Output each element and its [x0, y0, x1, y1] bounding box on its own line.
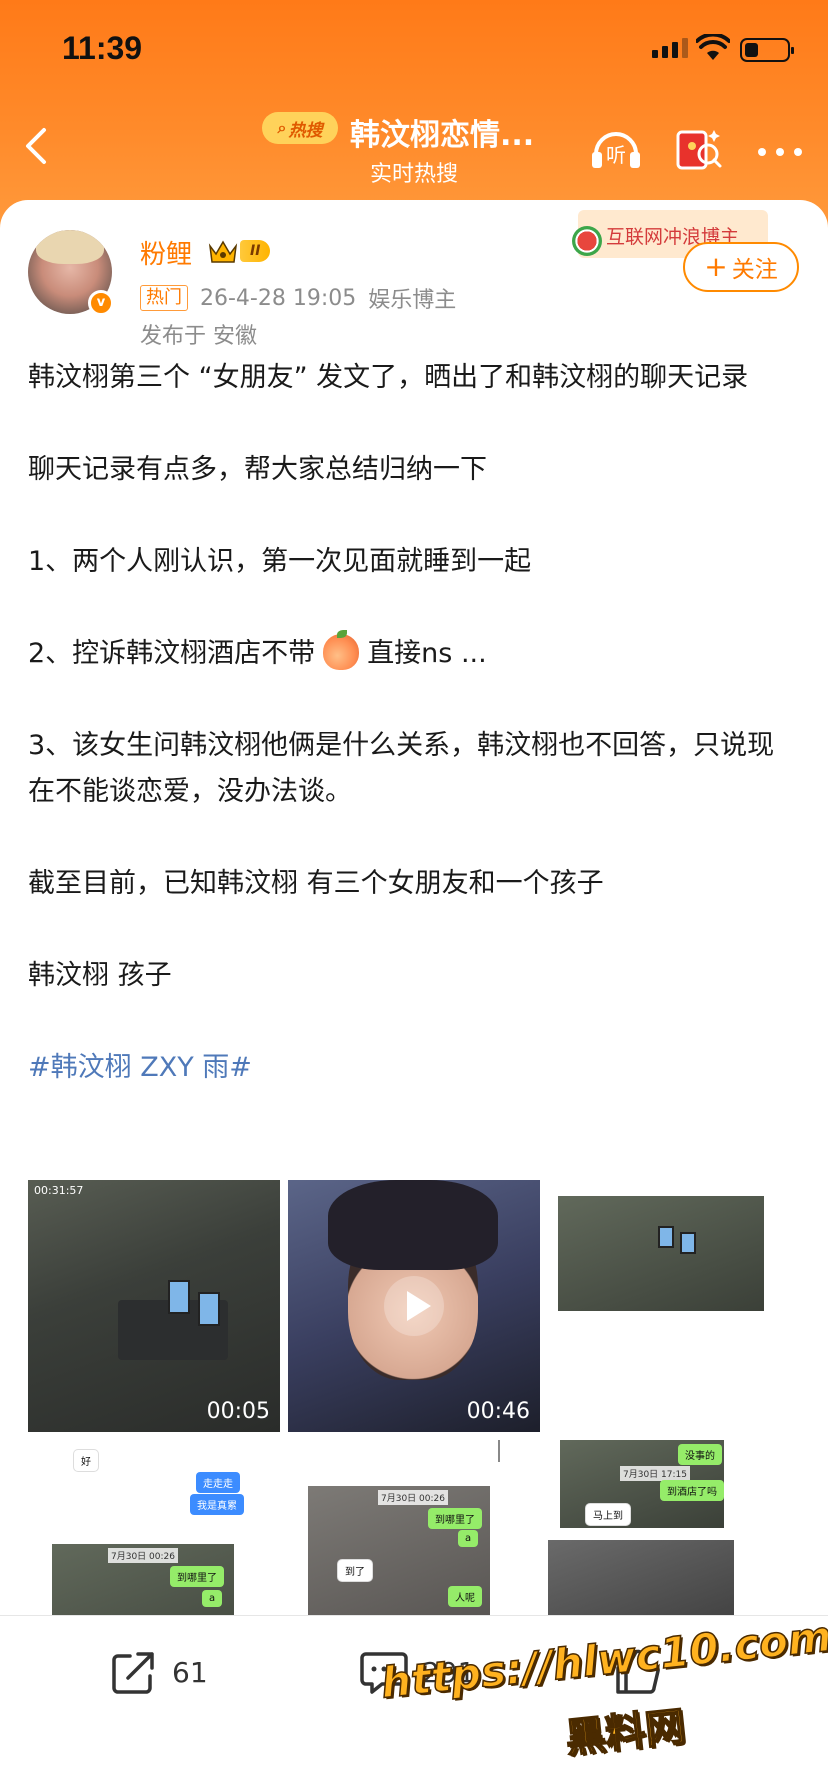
post-paragraph: 韩汶栩 孩子: [28, 960, 172, 991]
peach-emoji-icon: [323, 630, 360, 670]
divider-line: [498, 1440, 500, 1462]
post-paragraph: 1、两个人刚认识，第一次见面就睡到一起: [28, 546, 532, 577]
nav-bar: ⌕ 热搜 韩汶栩恋情... 实时热搜 听: [0, 96, 828, 196]
video-thumbnail[interactable]: 00:31:57 00:05: [28, 1180, 280, 1432]
post-paragraph: 2、控诉韩汶栩酒店不带 直接ns ...: [28, 630, 800, 677]
follow-label: 关注: [731, 257, 778, 283]
video-duration: 00:46: [466, 1399, 530, 1424]
hashtag-link[interactable]: #韩汶栩 ZXY 雨#: [28, 1045, 800, 1091]
chat-bubble: 到哪里了: [170, 1566, 224, 1587]
image-thumbnail[interactable]: [548, 1180, 800, 1432]
plus-icon: +: [704, 250, 728, 283]
post-card: v 粉鲤 II 热门 26-4-28 19:05 娱乐博主 发布于 安徽 互联网…: [0, 200, 828, 1692]
chat-bubble: 人呢: [448, 1586, 482, 1607]
chat-bubble: 我是真累: [190, 1494, 244, 1515]
weibo-post-page: 11:39 ⌕ 热搜 韩汶栩恋情... 实时热搜 听 v 粉鲤 II 热门 26…: [0, 0, 828, 1792]
cctv-image: 没事的 7月30日 17:15 到酒店了吗 马上到: [560, 1440, 724, 1528]
author-role: 娱乐博主: [368, 288, 457, 313]
hot-search-badge: ⌕ 热搜: [262, 112, 338, 144]
hot-search-badge-label: 热搜: [288, 120, 323, 141]
more-icon[interactable]: [752, 120, 808, 176]
post-paragraph: 3、该女生问韩汶栩他俩是什么关系，韩汶栩也不回答，只说现在不能谈恋爱，没办法谈。: [28, 730, 775, 807]
monitor-shape: [658, 1226, 674, 1248]
date-stamp: 7月30日 00:26: [108, 1548, 178, 1563]
level-badge: II: [208, 238, 271, 264]
search-icon: ⌕: [277, 118, 287, 137]
post-time: 26-4-28 19:05: [200, 285, 357, 311]
listen-label: 听: [606, 143, 626, 167]
monitor-shape: [168, 1280, 190, 1314]
status-bar: 11:39: [0, 0, 828, 96]
status-time: 11:39: [62, 30, 143, 66]
chat-bubble: 好: [74, 1450, 98, 1471]
post-paragraph: 截至目前，已知韩汶栩 有三个女朋友和一个孩子: [28, 868, 604, 899]
play-icon[interactable]: [384, 1276, 444, 1336]
chat-bubble: 马上到: [586, 1504, 630, 1525]
level-label: II: [240, 240, 271, 262]
post-location: 发布于 安徽: [140, 324, 257, 349]
cctv-image: [558, 1196, 764, 1311]
chat-bubble: 到酒店了吗: [660, 1480, 724, 1501]
date-stamp: 7月30日 17:15: [620, 1466, 690, 1481]
post-paragraph: 韩汶栩第三个 “女朋友” 发文了，晒出了和韩汶栩的聊天记录: [28, 362, 749, 393]
post-meta: 热门 26-4-28 19:05 娱乐博主: [140, 282, 456, 314]
follow-button[interactable]: + 关注: [683, 242, 799, 292]
chat-bubble: 到了: [338, 1560, 372, 1581]
chat-bubble: 没事的: [678, 1444, 722, 1465]
chat-bubble: a: [458, 1530, 479, 1547]
repost-icon: [112, 1652, 154, 1694]
video-thumbnail[interactable]: 00:46: [288, 1180, 540, 1432]
monitor-shape: [680, 1232, 696, 1254]
listen-icon[interactable]: 听: [588, 120, 644, 176]
topic-title[interactable]: 韩汶栩恋情...: [350, 110, 534, 154]
battery-icon: [740, 38, 794, 62]
post-paragraph-part: 直接ns ...: [367, 638, 487, 669]
wifi-icon: [696, 34, 730, 60]
post-paragraph-part: 2、控诉韩汶栩酒店不带: [28, 638, 316, 669]
repost-button[interactable]: 61: [108, 1646, 208, 1698]
author-name[interactable]: 粉鲤: [140, 234, 192, 271]
red-envelope-icon[interactable]: [670, 120, 726, 176]
orange-header: 11:39 ⌕ 热搜 韩汶栩恋情... 实时热搜 听: [0, 0, 828, 230]
watermelon-icon: [572, 226, 602, 256]
hot-tag: 热门: [140, 285, 188, 311]
chat-bubble: a: [202, 1590, 223, 1607]
date-stamp: 7月30日 00:26: [378, 1490, 448, 1505]
cellular-signal-icon: [652, 38, 688, 58]
post-paragraph: 聊天记录有点多，帮大家总结归纳一下: [28, 454, 487, 485]
hair-image: [328, 1180, 498, 1270]
chat-bubble: 走走走: [196, 1472, 240, 1493]
chat-bubble: 到哪里了: [428, 1508, 482, 1529]
repost-count: 61: [172, 1655, 208, 1689]
video-timestamp: 00:31:57: [34, 1184, 84, 1197]
verified-badge-icon: v: [88, 290, 114, 316]
monitor-shape: [198, 1292, 220, 1326]
crown-icon: [208, 240, 238, 263]
video-duration: 00:05: [206, 1399, 270, 1424]
post-body: 韩汶栩第三个 “女朋友” 发文了，晒出了和韩汶栩的聊天记录 聊天记录有点多，帮大…: [28, 355, 800, 1091]
